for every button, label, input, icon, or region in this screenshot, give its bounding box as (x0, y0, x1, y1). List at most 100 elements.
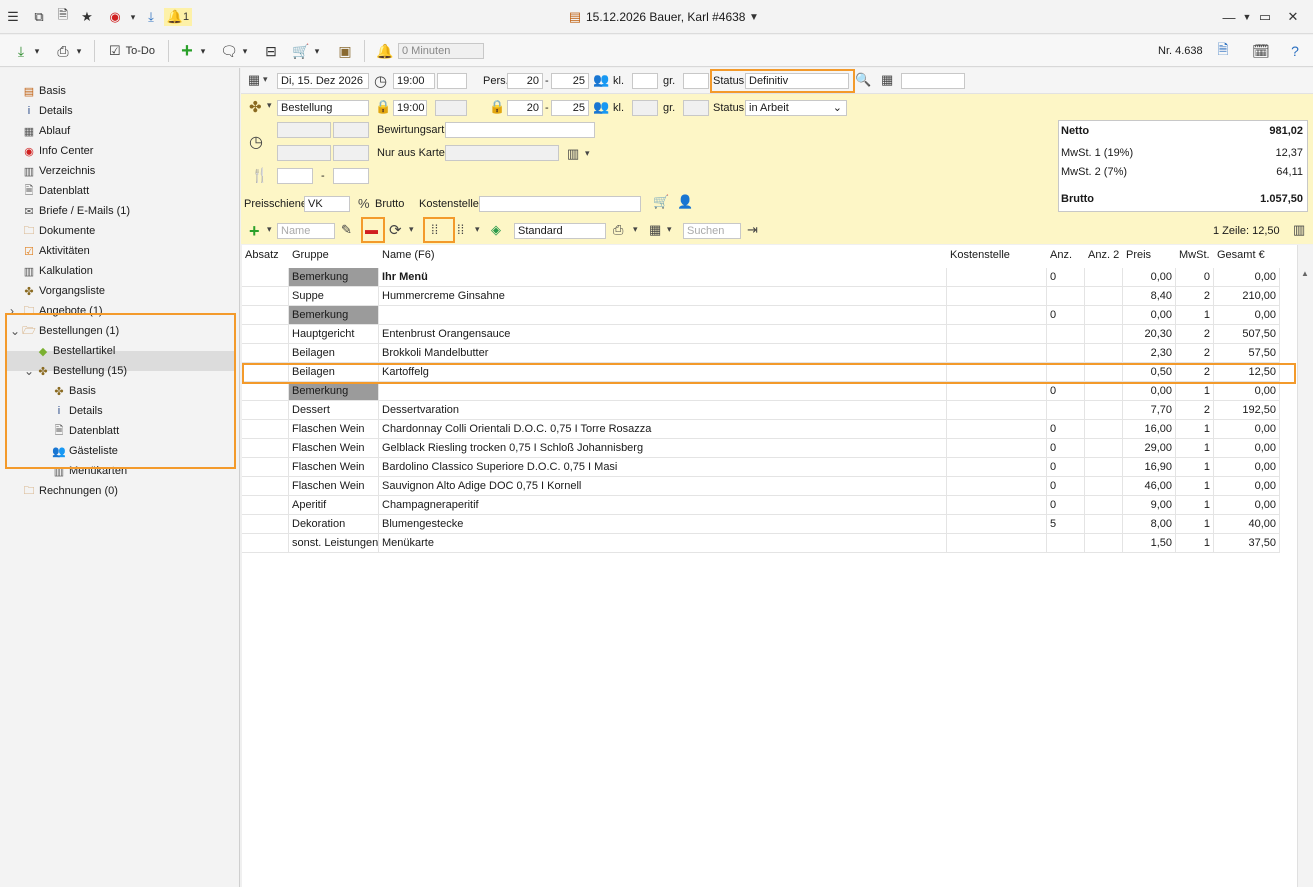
zoom-icon[interactable]: 🔍 (855, 72, 871, 88)
column-header[interactable]: Preis (1126, 249, 1151, 261)
table-cell[interactable]: 0 (1047, 477, 1085, 496)
todo-button[interactable]: ☑ To-Do (102, 40, 162, 62)
table-cell[interactable] (1085, 306, 1123, 325)
report-icon[interactable]: 🗎 (1212, 40, 1234, 62)
table-cell[interactable]: 0,00 (1214, 477, 1280, 496)
event-time-start[interactable]: 19:00 (393, 73, 435, 89)
bewirtungsart-field[interactable] (445, 122, 595, 138)
table-cell[interactable]: 9,00 (1123, 496, 1176, 515)
order-pers-min[interactable]: 20 (507, 100, 543, 116)
column-header[interactable]: Anz. (1050, 249, 1072, 261)
table-cell[interactable]: Flaschen Wein (289, 477, 379, 496)
table-cell[interactable] (1085, 439, 1123, 458)
range-end-field[interactable] (333, 168, 369, 184)
table-cell[interactable]: 8,40 (1123, 287, 1176, 306)
table-cell[interactable] (242, 477, 289, 496)
sidebar-item-2[interactable]: ▦ Ablauf (22, 122, 70, 140)
table-cell[interactable]: 0 (1047, 496, 1085, 515)
name-filter-input[interactable]: Name (277, 223, 335, 239)
table-cell[interactable] (947, 287, 1047, 306)
kostenstelle-field[interactable] (479, 196, 641, 212)
table-cell[interactable]: 20,30 (1123, 325, 1176, 344)
table-cell[interactable]: 0,00 (1214, 496, 1280, 515)
table-cell[interactable]: Bemerkung (289, 268, 379, 287)
table-cell[interactable]: Beilagen (289, 344, 379, 363)
table-cell[interactable]: 0 (1047, 306, 1085, 325)
kl-field[interactable] (632, 73, 658, 89)
layout-icon[interactable]: ⊟ (260, 40, 282, 62)
table-cell[interactable] (242, 382, 289, 401)
title-menu-chevron-icon[interactable]: ▼ (1238, 8, 1256, 26)
table-cell[interactable] (947, 534, 1047, 553)
table-cell[interactable]: Bemerkung (289, 382, 379, 401)
pin-icon[interactable]: ⤓ (142, 8, 160, 26)
export-icon[interactable]: ⇥ (747, 222, 758, 238)
table-cell[interactable]: 1 (1176, 477, 1214, 496)
table-cell[interactable]: 1 (1176, 458, 1214, 477)
table-cell[interactable]: 507,50 (1214, 325, 1280, 344)
windows-icon[interactable]: ⧉ (30, 8, 48, 26)
table-cell[interactable] (947, 306, 1047, 325)
order-time-end[interactable] (435, 100, 467, 116)
table-cell[interactable]: Suppe (289, 287, 379, 306)
table-cell[interactable] (1085, 534, 1123, 553)
hamburger-menu-icon[interactable]: ☰ (4, 8, 22, 26)
lock-icon[interactable]: 🔒 (375, 99, 391, 115)
table-cell[interactable]: 37,50 (1214, 534, 1280, 553)
order-status-select[interactable]: in Arbeit ⌄ (745, 100, 847, 116)
table-cell[interactable]: 1 (1176, 306, 1214, 325)
table-cell[interactable] (242, 420, 289, 439)
scroll-up-icon[interactable]: ▲ (1301, 269, 1309, 278)
reminder-bell-icon[interactable]: 🔔 (374, 40, 396, 62)
column-header[interactable]: MwSt. (1179, 249, 1210, 261)
table-cell[interactable]: Flaschen Wein (289, 439, 379, 458)
table-cell[interactable]: Hauptgericht (289, 325, 379, 344)
user-lock-icon[interactable]: 👤 (677, 194, 693, 210)
table-cell[interactable] (1085, 382, 1123, 401)
event-time-end[interactable] (437, 73, 467, 89)
split-column-icon[interactable]: ⁞⁞ (457, 222, 464, 237)
table-cell[interactable]: Aperitif (289, 496, 379, 515)
add-row-icon[interactable]: + (249, 221, 260, 242)
table-cell[interactable] (947, 325, 1047, 344)
table-cell[interactable] (242, 306, 289, 325)
reminder-minutes-field[interactable]: 0 Minuten (398, 43, 484, 59)
title-dropdown-icon[interactable]: ▼ (745, 8, 763, 26)
table-cell[interactable] (1085, 515, 1123, 534)
table-cell[interactable] (242, 344, 289, 363)
print-dropdown-icon[interactable]: ▾ (74, 40, 84, 62)
column-header[interactable]: Kostenstelle (950, 249, 1010, 261)
table-cell[interactable]: 0 (1047, 382, 1085, 401)
table-cell[interactable]: Blumengestecke (379, 515, 947, 534)
refresh-dropdown-icon[interactable]: ▾ (409, 224, 414, 235)
table-cell[interactable]: 1 (1176, 439, 1214, 458)
refresh-icon[interactable]: ⟳ (389, 221, 402, 239)
table-cell[interactable]: 7,70 (1123, 401, 1176, 420)
table-cell[interactable]: 0,00 (1214, 306, 1280, 325)
table-cell[interactable] (1047, 534, 1085, 553)
table-cell[interactable]: sonst. Leistungen (289, 534, 379, 553)
range-start-field[interactable] (277, 168, 313, 184)
table-cell[interactable]: 0 (1047, 439, 1085, 458)
sidebar-item-0[interactable]: ▤ Basis (22, 82, 66, 100)
nur-aus-karte-field[interactable] (445, 145, 559, 161)
table-cell[interactable]: 40,00 (1214, 515, 1280, 534)
gr-field[interactable] (683, 73, 709, 89)
table-cell[interactable] (947, 420, 1047, 439)
chevron-down-icon[interactable]: ▾ (124, 8, 142, 26)
calendar-icon[interactable]: ▦ (247, 72, 261, 87)
order-gr-field[interactable] (683, 100, 709, 116)
table-cell[interactable] (242, 287, 289, 306)
table-cell[interactable]: Hummercreme Ginsahne (379, 287, 947, 306)
table-cell[interactable]: 16,00 (1123, 420, 1176, 439)
table-cell[interactable] (242, 534, 289, 553)
table-cell[interactable] (1085, 325, 1123, 344)
percent-icon[interactable]: % (358, 196, 370, 211)
table-cell[interactable] (242, 401, 289, 420)
column-header[interactable]: Name (F6) (382, 249, 435, 261)
calendar-grid-icon[interactable]: ▦ (881, 72, 893, 88)
table-cell[interactable]: 1 (1176, 515, 1214, 534)
table-cell[interactable]: 1 (1176, 534, 1214, 553)
table-cell[interactable]: Dessert (289, 401, 379, 420)
column-header[interactable]: Absatz (245, 249, 279, 261)
